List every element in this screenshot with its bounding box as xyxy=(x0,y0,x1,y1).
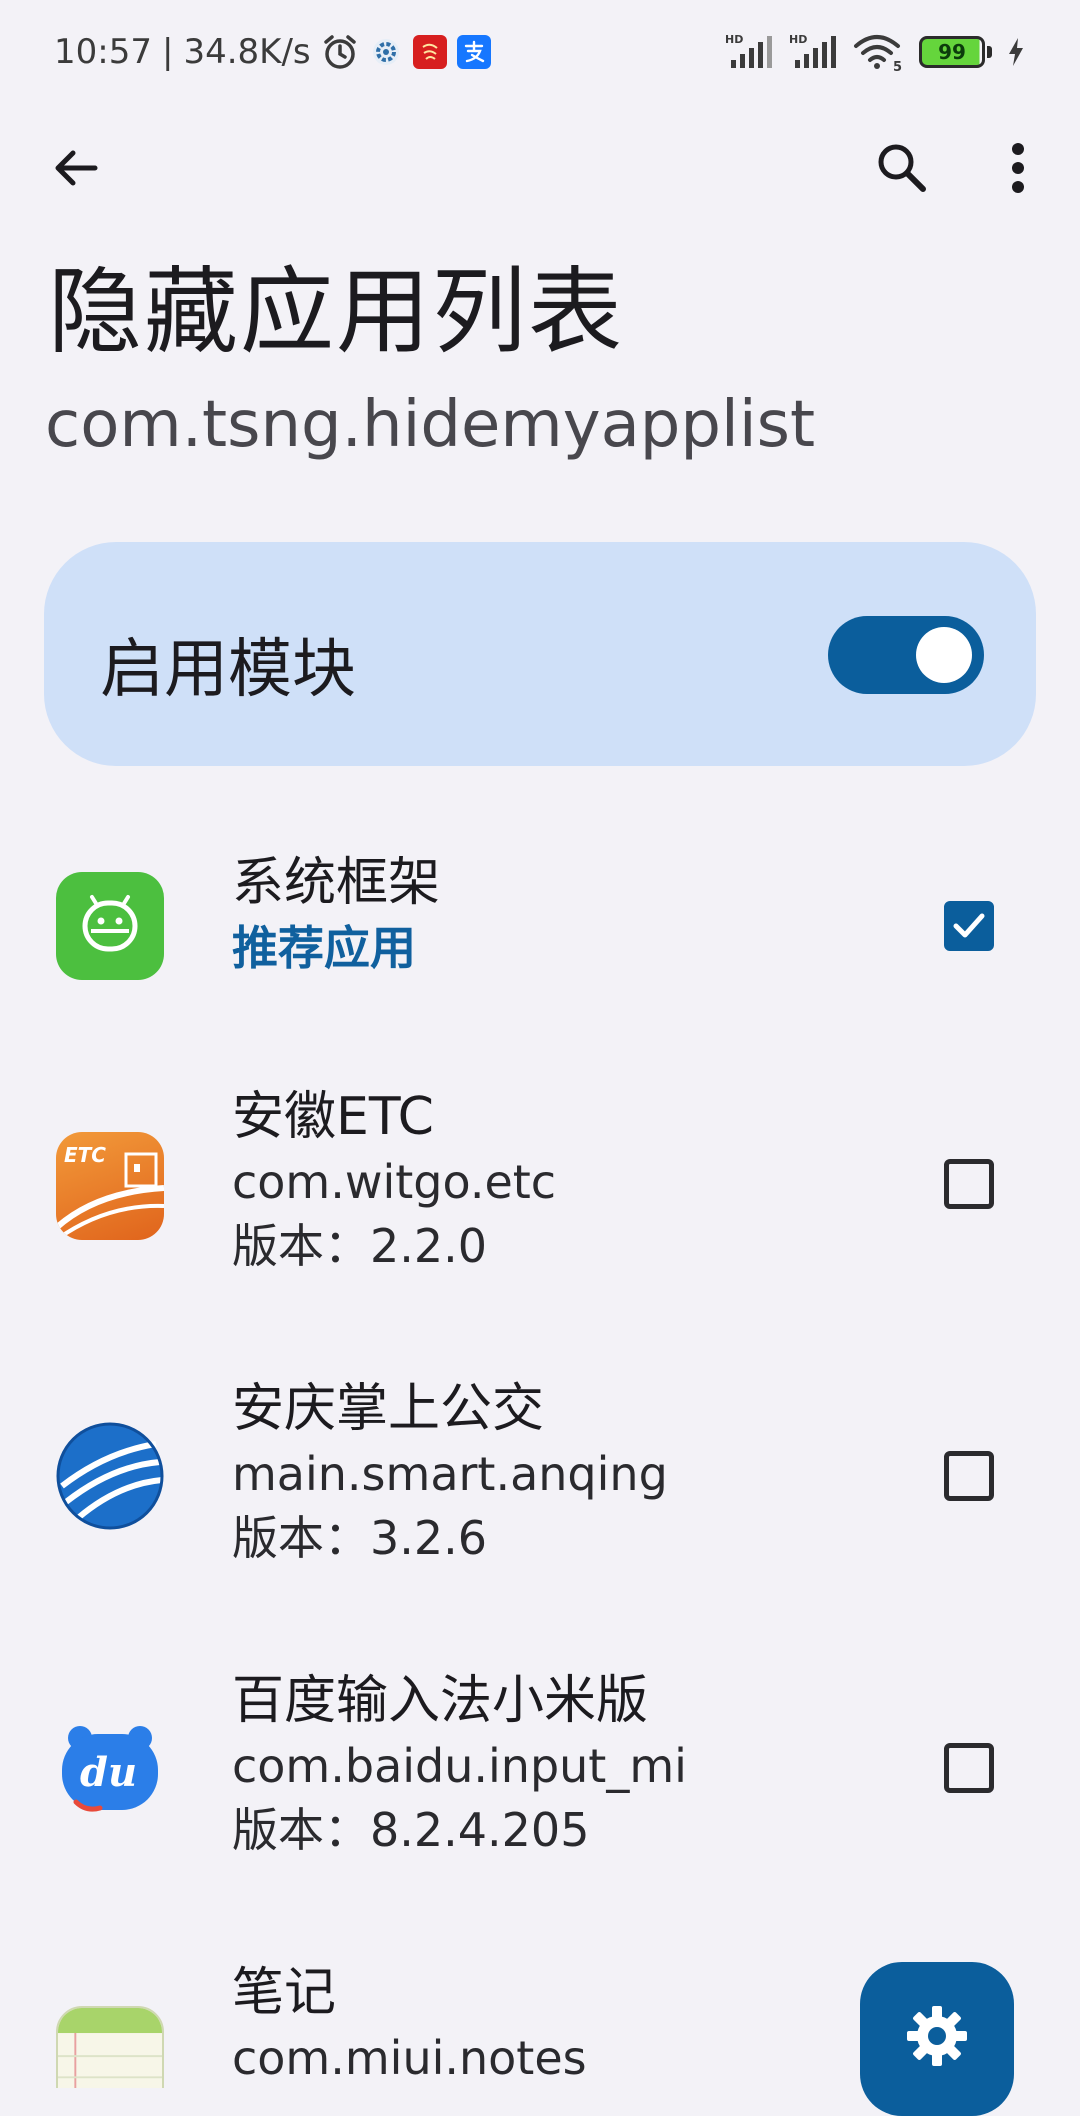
app-list-item[interactable]: 安庆掌上公交 main.smart.anqing 版本：3.2.6 xyxy=(0,1376,1080,1576)
app-texts: 百度输入法小米版 com.baidu.input_mi 版本：8.2.4.205 xyxy=(232,1668,687,1862)
app-package: com.miui.notes xyxy=(232,2031,587,2085)
app-texts: 笔记 com.miui.notes xyxy=(232,1960,587,2088)
wifi-label: 5 xyxy=(893,60,902,72)
more-options-button[interactable] xyxy=(978,128,1058,208)
battery-icon: 99 xyxy=(919,36,985,68)
wifi-icon: 5 xyxy=(853,32,905,72)
settings-fab[interactable] xyxy=(860,1962,1014,2116)
app-version: 版本：2.2.0 xyxy=(232,1219,488,1273)
app-list-item[interactable]: 系统框架 推荐应用 xyxy=(0,850,1080,1010)
status-right: HD HD 5 99 xyxy=(725,32,1026,72)
app-texts: 安庆掌上公交 main.smart.anqing 版本：3.2.6 xyxy=(232,1376,668,1570)
status-net-speed: 34.8K/s xyxy=(183,32,311,72)
status-separator: | xyxy=(161,32,174,72)
back-button[interactable] xyxy=(36,128,116,208)
alipay-icon xyxy=(456,35,491,69)
app-name: 安庆掌上公交 xyxy=(232,1379,545,1439)
baidu-du-icon: du xyxy=(56,1714,164,1822)
app-checkbox[interactable] xyxy=(944,1159,994,1209)
status-bar: 10:57 | 34.8K/s HD HD 5 99 xyxy=(0,0,1080,104)
check-icon xyxy=(953,913,985,938)
charging-icon xyxy=(1006,36,1026,68)
search-button[interactable] xyxy=(862,128,942,208)
app-name: 系统框架 xyxy=(232,853,441,913)
app-name: 安徽ETC xyxy=(232,1087,434,1147)
app-name: 百度输入法小米版 xyxy=(232,1671,649,1731)
globe-app-icon xyxy=(56,1422,164,1530)
android-robot-icon xyxy=(56,872,164,980)
package-subtitle: com.tsng.hidemyapplist xyxy=(45,388,816,462)
settings-gear-icon xyxy=(907,2006,967,2066)
alarm-icon xyxy=(321,33,359,71)
app-version: 版本：8.2.4.205 xyxy=(232,1803,590,1857)
app-package: com.witgo.etc xyxy=(232,1155,557,1209)
app-name: 笔记 xyxy=(232,1963,337,2023)
page-title: 隐藏应用列表 xyxy=(48,258,625,367)
more-vertical-icon xyxy=(1012,143,1024,193)
app-checkbox[interactable] xyxy=(944,1451,994,1501)
app-list-item[interactable]: ETC 安徽ETC com.witgo.etc 版本：2.2.0 xyxy=(0,1084,1080,1284)
app-checkbox[interactable] xyxy=(944,901,994,951)
toggle-knob xyxy=(916,627,972,683)
status-time: 10:57 xyxy=(54,32,152,72)
hd-signal-icon: HD xyxy=(789,32,839,72)
hd-signal-icon: HD xyxy=(725,32,775,72)
app-package: com.baidu.input_mi xyxy=(232,1739,687,1793)
settings-gear-icon xyxy=(369,35,403,69)
toolbar xyxy=(0,120,1080,220)
recommended-label: 推荐应用 xyxy=(232,921,416,975)
red-app-icon xyxy=(412,35,447,69)
enable-module-label: 启用模块 xyxy=(100,633,356,707)
enable-module-card[interactable]: 启用模块 xyxy=(44,542,1036,766)
svg-text:HD: HD xyxy=(725,33,743,46)
etc-icon-text: ETC xyxy=(64,1143,106,1167)
app-package: main.smart.anqing xyxy=(232,1447,668,1501)
app-texts: 系统框架 推荐应用 xyxy=(232,850,440,980)
battery-level: 99 xyxy=(938,40,966,64)
arrow-left-icon xyxy=(55,150,98,186)
search-icon xyxy=(878,144,926,192)
svg-text:HD: HD xyxy=(789,33,807,46)
battery-nub xyxy=(987,46,992,58)
app-list-item[interactable]: du 百度输入法小米版 com.baidu.input_mi 版本：8.2.4.… xyxy=(0,1668,1080,1868)
status-left: 10:57 | 34.8K/s xyxy=(54,32,491,72)
notes-app-icon xyxy=(56,2006,164,2088)
app-checkbox[interactable] xyxy=(944,1743,994,1793)
etc-app-icon: ETC xyxy=(56,1132,164,1240)
app-texts: 安徽ETC com.witgo.etc 版本：2.2.0 xyxy=(232,1084,556,1278)
battery-group: 99 xyxy=(919,36,992,68)
baidu-icon-text: du xyxy=(80,1749,137,1796)
enable-module-toggle[interactable] xyxy=(828,616,984,694)
app-version: 版本：3.2.6 xyxy=(232,1511,488,1565)
